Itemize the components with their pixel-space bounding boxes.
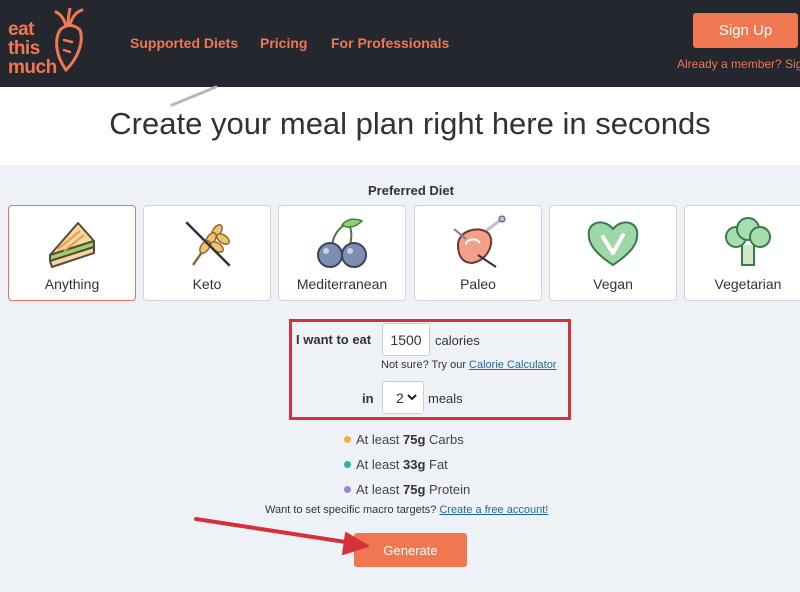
macro-protein: At least 75g Protein [344, 482, 470, 497]
fat-dot-icon [344, 461, 351, 468]
macro-carbs: At least 75g Carbs [344, 432, 464, 447]
top-navbar: eat this much Supported Diets Pricing Fo… [0, 0, 800, 87]
not-sure-text: Not sure? Try our [381, 359, 466, 371]
macro-prefix: At least [356, 482, 400, 497]
macro-name: Fat [429, 457, 448, 472]
heart-check-icon [587, 221, 639, 267]
meals-unit-label: meals [428, 391, 463, 406]
diet-option-vegetarian[interactable]: Vegetarian [684, 205, 800, 301]
generate-button[interactable]: Generate [354, 533, 467, 567]
diet-option-label: Vegan [593, 276, 633, 292]
nav-for-professionals[interactable]: For Professionals [331, 35, 449, 51]
want-to-eat-label: I want to eat [296, 332, 372, 347]
logo[interactable]: eat this much [8, 8, 92, 78]
decorative-stroke-icon [170, 85, 218, 107]
macro-prefix: At least [356, 432, 400, 447]
carrot-icon [54, 8, 84, 73]
chevron-down-icon [407, 394, 417, 401]
create-account-link[interactable]: Create a free account! [439, 504, 548, 516]
macro-name: Carbs [429, 432, 464, 447]
diet-option-label: Mediterranean [296, 276, 388, 292]
in-label: in [362, 391, 374, 406]
diet-option-keto[interactable]: Keto [143, 205, 271, 301]
nav-pricing[interactable]: Pricing [260, 35, 307, 51]
macro-name: Protein [429, 482, 471, 497]
already-member-link[interactable]: Already a member? Sign [677, 57, 800, 71]
calorie-calculator-link[interactable]: Calorie Calculator [469, 359, 556, 371]
macro-amount: 75g [402, 482, 426, 497]
macro-amount: 33g [402, 457, 426, 472]
calories-unit-label: calories [435, 333, 480, 348]
olives-icon [317, 218, 367, 268]
nav-supported-diets[interactable]: Supported Diets [130, 35, 238, 51]
diet-option-paleo[interactable]: Paleo [414, 205, 542, 301]
diet-option-label: Vegetarian [714, 276, 782, 292]
meals-select[interactable]: 2 [382, 381, 424, 414]
diet-option-label: Anything [44, 276, 100, 292]
preferred-diet-label: Preferred Diet [368, 183, 454, 198]
meat-icon [453, 215, 506, 268]
diet-option-label: Paleo [460, 276, 496, 292]
diet-option-anything[interactable]: Anything [8, 205, 136, 301]
calorie-help-text: Not sure? Try our Calorie Calculator [381, 359, 556, 371]
meals-selected-value: 2 [396, 389, 404, 406]
sign-up-button[interactable]: Sign Up [693, 13, 798, 48]
diet-option-vegan[interactable]: Vegan [549, 205, 677, 301]
macro-fat: At least 33g Fat [344, 457, 448, 472]
page-title: Create your meal plan right here in seco… [109, 106, 711, 141]
no-wheat-icon [185, 221, 231, 267]
protein-dot-icon [344, 486, 351, 493]
calories-input[interactable]: 1500 [382, 323, 430, 356]
macro-prefix: At least [356, 457, 400, 472]
diet-option-mediterranean[interactable]: Mediterranean [278, 205, 406, 301]
carbs-dot-icon [344, 436, 351, 443]
sandwich-icon [49, 222, 95, 268]
macro-amount: 75g [402, 432, 426, 447]
specific-macros-question: Want to set specific macro targets? [265, 504, 437, 516]
specific-macros-text: Want to set specific macro targets? Crea… [265, 504, 548, 516]
diet-option-label: Keto [192, 276, 222, 292]
broccoli-icon [725, 217, 771, 266]
